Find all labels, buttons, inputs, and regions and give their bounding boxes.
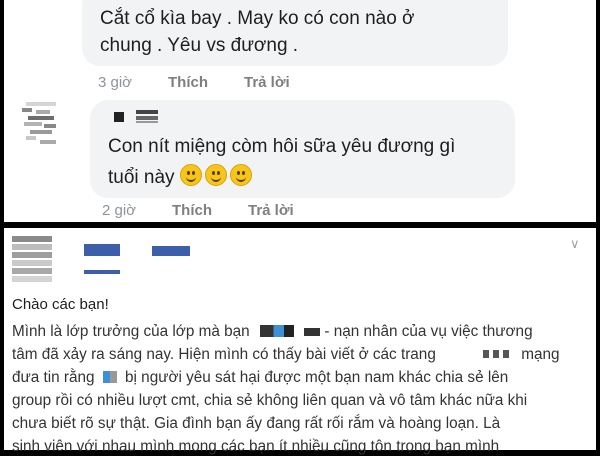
comment-2-line-2: tuổi này [108, 164, 255, 189]
comment-2-like-link[interactable]: Thích [172, 202, 212, 219]
redacted-name-icon [102, 371, 117, 383]
comments-panel: Cắt cổ kìa bay . May ko có con nào ở chu… [4, 0, 596, 222]
post-line-1-a: Mình là lớp trưởng của lớp mà bạn [12, 323, 250, 340]
smile-emoji [204, 164, 227, 186]
comment-1-line-2: chung . Yêu vs đương . [100, 35, 299, 56]
comment-2-line-1: Con nít miệng còm hôi sữa yêu đương gì [108, 136, 456, 157]
post-line-3: đưa tin rằng bị người yêu sát hại được m… [12, 369, 508, 387]
comment-1-time: 3 giờ [98, 74, 133, 91]
comment-1-reply-link[interactable]: Trả lời [244, 74, 290, 91]
comment-1-like-link[interactable]: Thích [168, 74, 208, 91]
redacted-name-icon [259, 325, 294, 337]
post-line-5: chưa biết rõ sự thật. Gia đình bạn ấy đa… [12, 415, 501, 432]
comment-bubble-1: Cắt cổ kìa bay . May ko có con nào ở chu… [82, 0, 508, 66]
post-line-2: tâm đã xảy ra sáng nay. Hiện mình có thấ… [12, 346, 436, 363]
comment-bubble-2: Con nít miệng còm hôi sữa yêu đương gì t… [90, 100, 515, 198]
post-line-2-mang: mạng [521, 346, 560, 363]
smile-emoji [179, 164, 202, 186]
comment-2-line-2-text: tuổi này [108, 167, 175, 188]
post-line-6: sinh viên với nhau mình mong các bạn ít … [12, 438, 500, 455]
commenter-avatar[interactable] [22, 100, 62, 148]
commenter-name-redacted[interactable] [114, 108, 204, 124]
redacted-name-icon [304, 328, 321, 336]
redacted-text-icon [483, 350, 513, 358]
comment-2-time: 2 giờ [102, 202, 137, 219]
post-line-2-tail: mạng [483, 346, 560, 364]
comment-1-line-1: Cắt cổ kìa bay . May ko có con nào ở [100, 8, 415, 29]
comment-2-reply-link[interactable]: Trả lời [248, 202, 294, 219]
post-line-1-b: - nạn nhân của vụ việc thương [324, 323, 533, 340]
post-line-1: Mình là lớp trưởng của lớp mà bạn - nạn … [12, 323, 533, 341]
smile-emoji [229, 164, 252, 186]
post-line-4: group rồi có nhiều lượt cmt, chia sẻ khô… [12, 392, 528, 409]
post-line-3-b: bị người yêu sát hại được một bạn nam kh… [125, 369, 509, 386]
chevron-down-icon[interactable]: ∨ [570, 236, 580, 252]
post-greeting: Chào các bạn! [12, 296, 109, 313]
post-line-3-a: đưa tin rằng [12, 369, 95, 386]
